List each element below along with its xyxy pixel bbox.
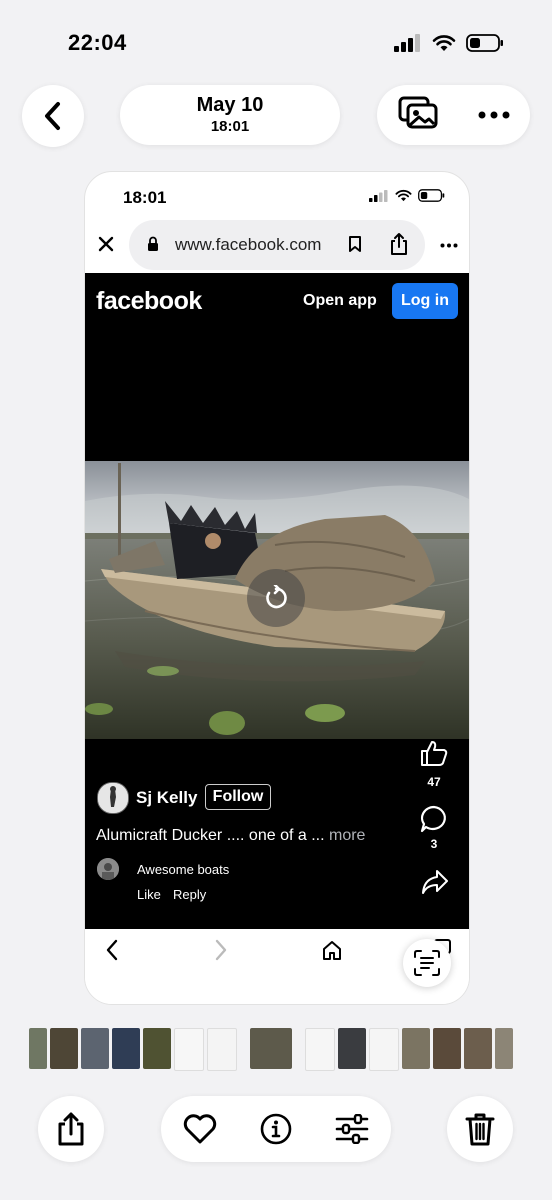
delete-button[interactable] [447, 1096, 513, 1162]
inner-status-icons [369, 189, 445, 202]
commenter-avatar-image [97, 858, 119, 880]
share-icon[interactable] [389, 232, 409, 256]
comment-icon[interactable] [420, 805, 448, 833]
sliders-icon[interactable] [335, 1114, 369, 1144]
post-photo[interactable] [85, 461, 469, 739]
caption-text: Alumicraft Ducker .... one of a ... [96, 827, 325, 844]
thumbnail-selected[interactable] [250, 1028, 292, 1069]
browser-toolbar: www.facebook.com [85, 218, 469, 272]
status-time: 22:04 [68, 30, 127, 55]
info-icon[interactable] [260, 1113, 292, 1145]
thumbnail[interactable] [433, 1028, 461, 1069]
facebook-logo[interactable]: facebook [96, 287, 202, 316]
trash-icon [465, 1113, 495, 1146]
comment-text: Awesome boats [137, 862, 230, 877]
chevron-left-icon [45, 102, 60, 130]
screenshot-frame[interactable]: 18:01 www.facebook.com facebook Open app… [84, 171, 470, 1005]
inner-status-time: 18:01 [123, 188, 167, 207]
browser-more-icon[interactable] [440, 243, 458, 248]
replay-button[interactable] [247, 569, 305, 627]
thumbnail[interactable] [369, 1028, 399, 1071]
thumbnail[interactable] [207, 1028, 237, 1071]
share-button[interactable] [38, 1096, 104, 1162]
login-button[interactable]: Log in [392, 283, 458, 319]
thumbnail[interactable] [112, 1028, 140, 1069]
like-count: 47 [427, 775, 441, 789]
author-name[interactable]: Sj Kelly [136, 788, 197, 808]
thumbnail[interactable] [29, 1028, 47, 1069]
battery-icon [466, 34, 503, 52]
live-text-button[interactable] [403, 939, 451, 987]
avatar-image [98, 783, 128, 813]
thumbnail-strip [29, 1028, 513, 1071]
signal-icon [369, 189, 388, 202]
bookmark-icon[interactable] [348, 235, 362, 253]
url-text: www.facebook.com [175, 235, 322, 254]
text-scan-icon [414, 950, 440, 976]
photo-stack-icon [398, 96, 438, 128]
photo-actions [161, 1096, 391, 1162]
heart-icon[interactable] [183, 1114, 217, 1144]
thumbnail[interactable] [305, 1028, 335, 1071]
nav-back-icon[interactable] [105, 939, 119, 961]
nav-forward-icon[interactable] [214, 939, 228, 961]
lock-icon [148, 236, 158, 251]
thumbnail[interactable] [174, 1028, 204, 1071]
thumbnail[interactable] [81, 1028, 109, 1069]
wifi-icon [395, 189, 412, 202]
thumbnail[interactable] [464, 1028, 492, 1069]
url-bar[interactable]: www.facebook.com [129, 220, 425, 270]
commenter-avatar[interactable] [97, 858, 119, 880]
comment-like-link[interactable]: Like [137, 887, 161, 902]
thumbnail[interactable] [402, 1028, 430, 1069]
date-time: 18:01 [210, 118, 250, 135]
replay-icon [266, 585, 287, 609]
gallery-button[interactable] [397, 95, 439, 136]
thumbnail[interactable] [338, 1028, 366, 1069]
share-icon [58, 1112, 84, 1146]
status-icons [394, 34, 504, 52]
date-header: May 10 18:01 [120, 85, 340, 145]
comment-count: 3 [430, 837, 438, 851]
like-icon[interactable] [420, 739, 448, 767]
thumbnail[interactable] [143, 1028, 171, 1069]
post-caption: Alumicraft Ducker .... one of a ... more [96, 827, 365, 845]
follow-button[interactable]: Follow [205, 784, 271, 810]
more-button[interactable] [478, 106, 510, 124]
author-avatar[interactable] [97, 782, 129, 814]
open-app-link[interactable]: Open app [303, 292, 377, 310]
top-actions [377, 85, 530, 145]
battery-icon [418, 189, 445, 202]
thumbnail[interactable] [495, 1028, 513, 1069]
close-icon[interactable] [98, 236, 114, 252]
comment-reply-link[interactable]: Reply [173, 887, 206, 902]
date-title: May 10 [196, 94, 264, 116]
signal-icon [394, 34, 420, 52]
thumbnail[interactable] [50, 1028, 78, 1069]
home-icon[interactable] [321, 939, 343, 961]
ellipsis-icon [478, 111, 510, 119]
wifi-icon [432, 35, 456, 51]
caption-more-link[interactable]: more [329, 827, 365, 844]
facebook-page: facebook Open app Log in 47 3 Sj Kelly F… [85, 273, 469, 929]
share-arrow-icon[interactable] [421, 869, 449, 895]
back-button[interactable] [22, 85, 84, 147]
